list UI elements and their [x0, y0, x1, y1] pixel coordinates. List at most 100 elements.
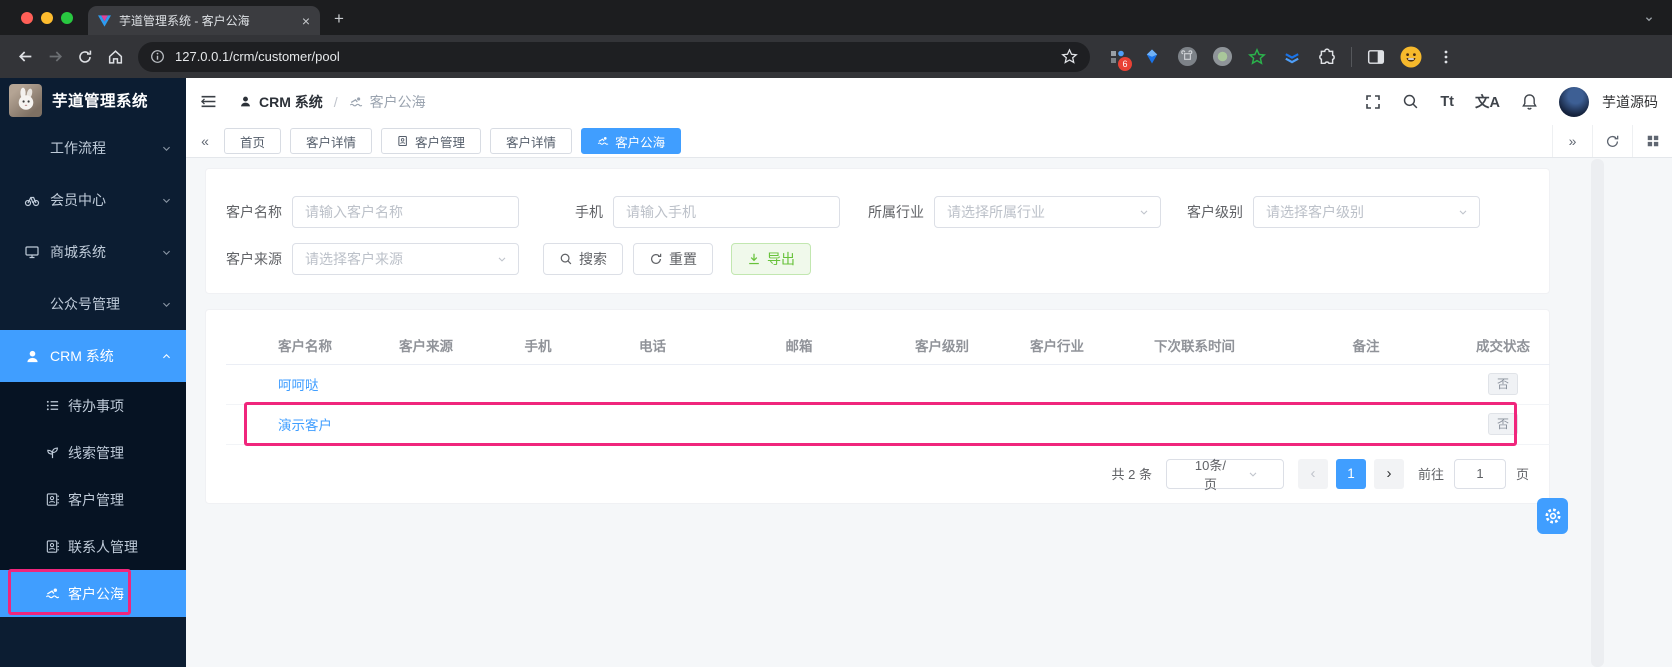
pagination-total: 共 2 条: [1111, 467, 1152, 482]
browser-tab[interactable]: 芋道管理系统 - 客户公海 ×: [88, 6, 320, 35]
logo-rabbit-avatar: [9, 83, 42, 117]
source-select[interactable]: 请选择客户来源: [292, 243, 519, 275]
next-page-button[interactable]: ›: [1373, 458, 1404, 489]
extension-layers-icon[interactable]: [1281, 46, 1303, 68]
back-button[interactable]: [10, 42, 40, 72]
select-placeholder: 请选择客户级别: [1266, 204, 1364, 220]
breadcrumb-separator: /: [333, 93, 338, 110]
goto-page-input[interactable]: [1453, 458, 1506, 489]
refresh-page-icon[interactable]: [1592, 125, 1632, 157]
page-content: 客户名称 手机 所属行业 请选择所属行业: [186, 158, 1672, 667]
collapse-menu-icon[interactable]: [200, 93, 217, 110]
search-icon[interactable]: [1402, 93, 1419, 110]
url-text[interactable]: 127.0.0.1/crm/customer/pool: [175, 49, 340, 64]
extension-star-icon[interactable]: [1246, 46, 1268, 68]
extension-kite-icon[interactable]: [1141, 46, 1163, 68]
crm-user-icon: [24, 349, 40, 364]
mobile-input[interactable]: [613, 196, 840, 228]
tab-customer-detail-2[interactable]: 客户详情: [490, 128, 573, 154]
view-tabs: 首页 客户详情 客户管理 客户详情 客户公海: [224, 128, 682, 154]
forward-button[interactable]: [40, 42, 70, 72]
sidebar-item-customer[interactable]: 客户管理: [0, 476, 186, 523]
customer-name-input[interactable]: [292, 196, 519, 228]
contact-book-icon: [397, 135, 409, 147]
col-industry: 客户行业: [1001, 326, 1113, 365]
col-deal-status: 成交状态: [1456, 326, 1550, 365]
fullscreen-icon[interactable]: [1365, 94, 1381, 110]
level-select[interactable]: 请选择客户级别: [1253, 196, 1480, 228]
button-label: 导出: [767, 251, 795, 267]
tabs-scroll-right-button[interactable]: »: [1552, 125, 1592, 157]
sidebar-item-contact[interactable]: 联系人管理: [0, 523, 186, 570]
page-size-select[interactable]: 10条/页: [1165, 458, 1284, 492]
export-button[interactable]: 导出: [731, 243, 811, 275]
sidebar-item-label: CRM 系统: [50, 348, 114, 364]
tab-close-icon[interactable]: ×: [302, 13, 310, 29]
extension-grid-icon[interactable]: 6: [1106, 46, 1132, 71]
app-logo[interactable]: 芋道管理系统: [0, 78, 186, 122]
sidebar-item-customer-pool[interactable]: 客户公海: [0, 569, 186, 617]
download-icon: [747, 252, 761, 266]
filter-label: 客户来源: [226, 251, 282, 267]
extension-dot-icon[interactable]: [1211, 46, 1233, 68]
sidebar-item-member[interactable]: 会员中心: [0, 174, 186, 226]
minimize-window-button[interactable]: [41, 12, 53, 24]
window-controls[interactable]: [21, 12, 73, 24]
tab-customer-manage[interactable]: 客户管理: [381, 128, 482, 154]
url-bar[interactable]: 127.0.0.1/crm/customer/pool: [138, 41, 1090, 72]
username[interactable]: 芋道源码: [1602, 92, 1658, 112]
sidebar-item-crm[interactable]: CRM 系统: [0, 330, 186, 382]
chevron-down-icon: [161, 247, 172, 258]
close-window-button[interactable]: [21, 12, 33, 24]
maximize-window-button[interactable]: [61, 12, 73, 24]
sidebar-item-label: 客户公海: [68, 585, 124, 602]
reset-button[interactable]: 重置: [633, 243, 713, 275]
reload-button[interactable]: [70, 42, 100, 72]
breadcrumb-crm[interactable]: CRM 系统: [259, 92, 323, 112]
search-button[interactable]: 搜索: [543, 243, 623, 275]
page-number-1[interactable]: 1: [1335, 458, 1366, 489]
swim-pool-icon: [597, 135, 609, 147]
sidebar-item-todo[interactable]: 待办事项: [0, 382, 186, 429]
sidebar-item-workflow[interactable]: 工作流程: [0, 122, 186, 174]
tab-customer-pool[interactable]: 客户公海: [581, 128, 682, 154]
layout-grid-icon[interactable]: [1632, 125, 1672, 157]
chevron-down-icon: [1457, 206, 1469, 218]
font-size-icon[interactable]: Tt: [1440, 94, 1454, 110]
new-tab-button[interactable]: +: [334, 9, 344, 29]
extension-command-icon[interactable]: [1176, 46, 1198, 68]
site-info-icon[interactable]: [150, 49, 165, 64]
sidebar-item-label: 工作流程: [50, 140, 106, 156]
bell-icon[interactable]: [1521, 93, 1538, 110]
prev-page-button[interactable]: ‹: [1297, 458, 1328, 489]
user-avatar[interactable]: [1559, 86, 1589, 117]
sidebar-menu: 工作流程 会员中心 商城系统 公众号管理 CRM 系统 待办事项 线索管理 客户…: [0, 122, 186, 617]
tab-search-chevron-icon[interactable]: [1638, 8, 1660, 30]
chevron-down-icon: [161, 195, 172, 206]
tab-home[interactable]: 首页: [224, 128, 282, 154]
theme-settings-button[interactable]: [1537, 498, 1568, 534]
customer-link[interactable]: 呵呵哒: [278, 378, 319, 393]
content-scrollbar[interactable]: [1591, 159, 1604, 667]
col-mobile: 手机: [486, 326, 590, 365]
side-panel-icon[interactable]: [1365, 46, 1387, 68]
home-button[interactable]: [100, 42, 130, 72]
sidebar-item-clue[interactable]: 线索管理: [0, 429, 186, 476]
table-row: 呵呵哒 否: [226, 364, 1550, 405]
customer-link[interactable]: 演示客户: [278, 418, 332, 433]
browser-toolbar: 127.0.0.1/crm/customer/pool 6: [0, 35, 1672, 78]
sidebar-item-mall[interactable]: 商城系统: [0, 226, 186, 278]
filter-card: 客户名称 手机 所属行业 请选择所属行业: [205, 168, 1550, 294]
tab-customer-detail-1[interactable]: 客户详情: [290, 128, 373, 154]
sidebar-item-official-account[interactable]: 公众号管理: [0, 278, 186, 330]
locale-icon[interactable]: 文A: [1475, 91, 1500, 112]
profile-avatar-icon[interactable]: [1400, 46, 1422, 68]
button-label: 重置: [669, 251, 697, 267]
sidebar-item-label: 联系人管理: [68, 538, 138, 555]
tabs-scroll-left-button[interactable]: «: [186, 125, 224, 157]
bookmark-star-icon[interactable]: [1061, 48, 1078, 65]
tabs-bar-tools: »: [1552, 125, 1672, 157]
industry-select[interactable]: 请选择所属行业: [934, 196, 1161, 228]
extensions-puzzle-icon[interactable]: [1316, 46, 1338, 68]
browser-menu-icon[interactable]: [1435, 46, 1457, 68]
